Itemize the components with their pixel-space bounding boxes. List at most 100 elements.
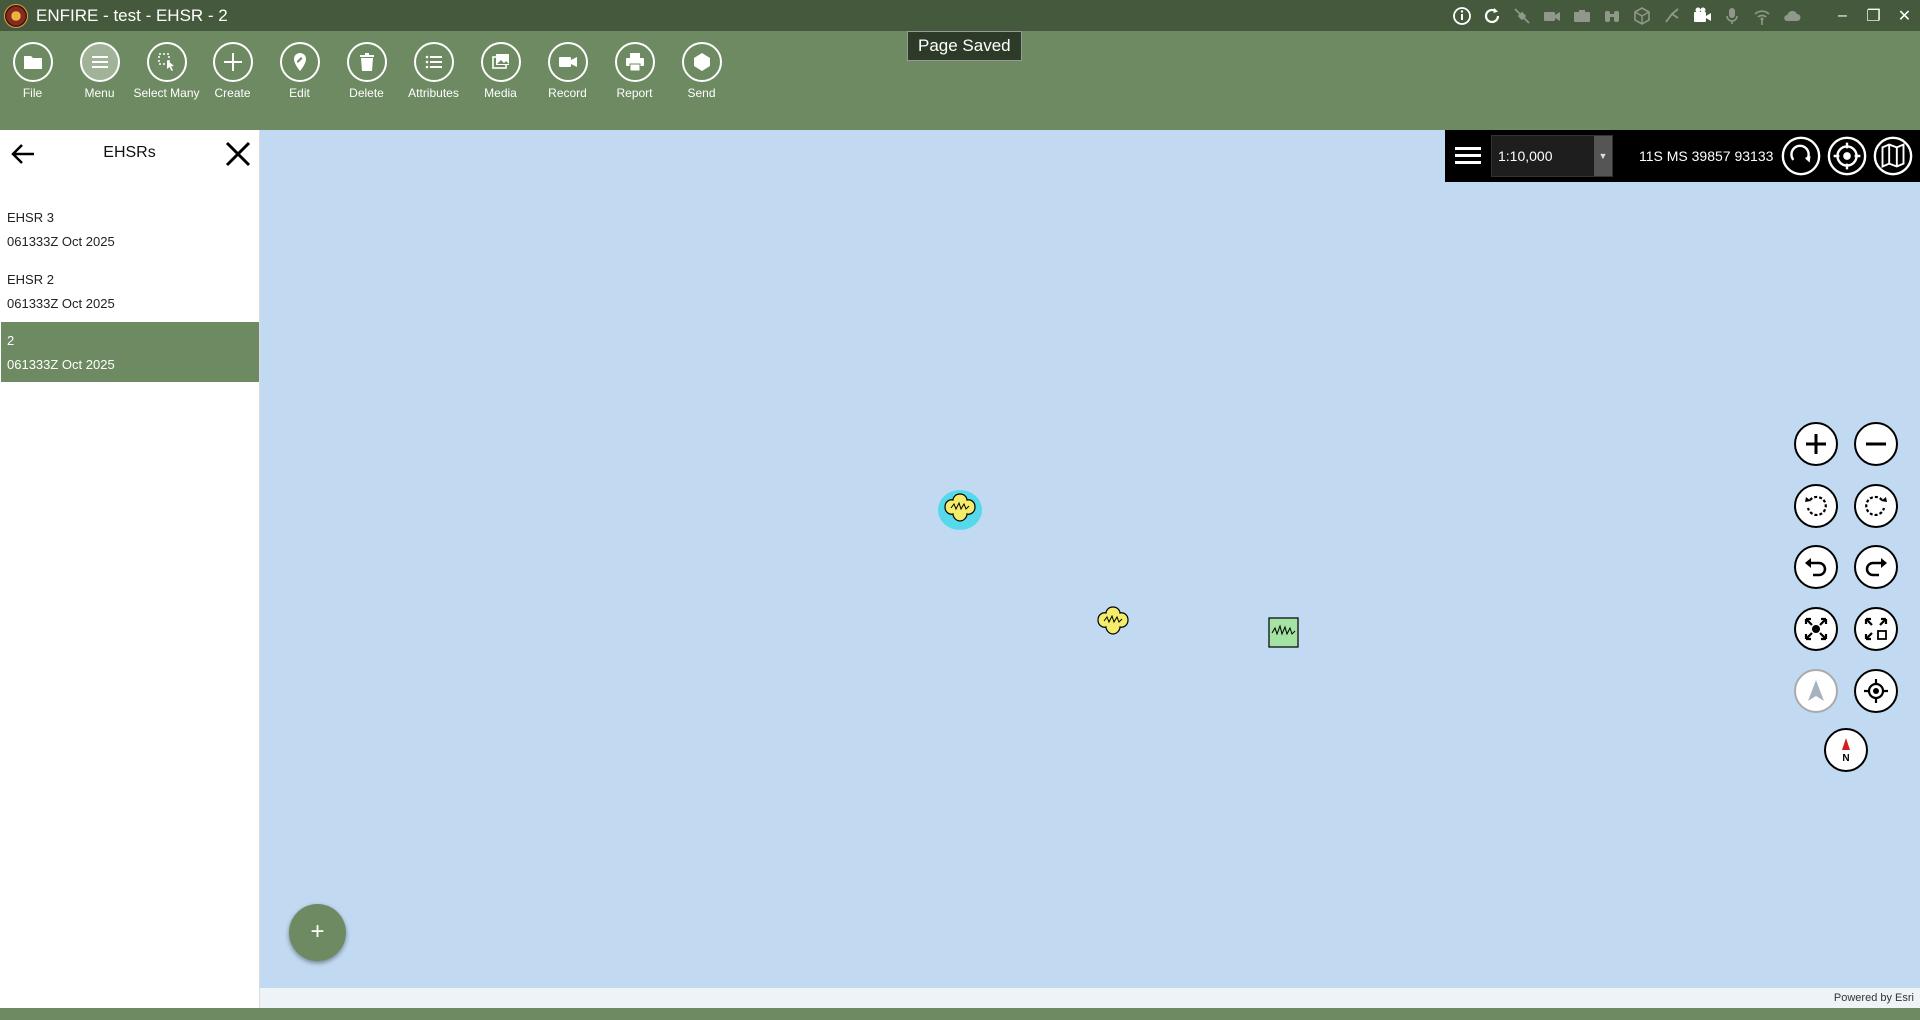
report-label: Report <box>616 86 653 100</box>
printer-icon <box>614 42 655 82</box>
microphone-icon[interactable] <box>1717 0 1747 31</box>
gps-target-icon[interactable] <box>1825 134 1869 178</box>
zoom-out-button[interactable] <box>1854 422 1898 466</box>
ehsr-name: EHSR 2 <box>7 272 54 287</box>
zoom-to-layer-button[interactable] <box>1854 607 1898 651</box>
menu-button[interactable]: Menu <box>66 42 133 100</box>
restore-button[interactable]: ❐ <box>1858 0 1889 31</box>
send-icon <box>681 42 722 82</box>
minus-icon <box>1866 442 1886 446</box>
media-label: Media <box>484 86 517 100</box>
select-many-icon <box>146 42 187 82</box>
images-icon <box>480 42 521 82</box>
undo-icon <box>1805 558 1827 577</box>
ehsr-list-item[interactable]: EHSR 3 061333Z Oct 2025 <box>1 199 259 259</box>
delete-button[interactable]: Delete <box>333 42 400 100</box>
close-icon[interactable] <box>222 138 254 170</box>
plus-icon <box>1806 434 1826 454</box>
menu-label: Menu <box>84 86 115 100</box>
send-label: Send <box>687 86 716 100</box>
select-many-button[interactable]: Select Many <box>133 42 200 100</box>
app-logo <box>4 3 28 28</box>
ehsr-marker-selected[interactable] <box>935 488 985 537</box>
create-label: Create <box>214 86 251 100</box>
basemap-icon[interactable] <box>1871 134 1915 178</box>
file-label: File <box>22 86 43 100</box>
trash-icon <box>346 42 387 82</box>
send-button[interactable]: Send <box>668 42 735 100</box>
scale-value: 1:10,000 <box>1498 148 1553 164</box>
rotate-left-button[interactable] <box>1794 484 1838 528</box>
title-bar-controls: – ❐ ✕ <box>1447 0 1920 31</box>
panel-title: EHSRs <box>103 144 156 161</box>
binoculars-icon[interactable] <box>1597 0 1627 31</box>
bottom-status-bar <box>0 1008 1920 1020</box>
ehsr-name: EHSR 3 <box>7 210 54 225</box>
ehsr-marker-square[interactable] <box>1268 617 1299 653</box>
map-menu-icon[interactable] <box>1445 130 1491 182</box>
navigation-arrow-icon <box>1808 680 1824 701</box>
page-saved-toast: Page Saved <box>907 31 1022 61</box>
list-icon <box>413 42 454 82</box>
ehsr-marker[interactable] <box>1093 604 1133 649</box>
menu-icon <box>79 42 120 82</box>
gps-target-icon <box>1864 679 1888 703</box>
video-camera-icon <box>547 42 588 82</box>
full-extent-icon <box>1804 617 1828 641</box>
ehsr-panel: EHSRs EHSR 3 061333Z Oct 2025 EHSR 2 061… <box>0 130 260 1010</box>
record-label: Record <box>548 86 587 100</box>
refresh-icon[interactable] <box>1477 0 1507 31</box>
ehsr-time: 061333Z Oct 2025 <box>7 296 115 311</box>
measure-icon[interactable] <box>1657 0 1687 31</box>
satellite-off-icon[interactable] <box>1507 0 1537 31</box>
pin-edit-icon <box>279 42 320 82</box>
full-extent-button[interactable] <box>1794 607 1838 651</box>
rotate-north-icon[interactable] <box>1779 134 1823 178</box>
window-title: ENFIRE - test - EHSR - 2 <box>36 5 228 25</box>
video-icon[interactable] <box>1687 0 1717 31</box>
my-location-button[interactable] <box>1854 669 1898 713</box>
video-camera-icon[interactable] <box>1537 0 1567 31</box>
rotate-right-button[interactable] <box>1854 484 1898 528</box>
add-fab-button[interactable]: + <box>289 904 346 961</box>
title-bar: ENFIRE - test - EHSR - 2 – ❐ ✕ <box>0 0 1920 31</box>
delete-label: Delete <box>349 86 384 100</box>
navigation-button[interactable] <box>1794 669 1838 713</box>
ehsr-list-item-selected[interactable]: 2 061333Z Oct 2025 <box>1 322 259 382</box>
zoom-in-button[interactable] <box>1794 422 1838 466</box>
undo-button[interactable] <box>1794 545 1838 589</box>
coordinate-readout: 11S MS 39857 93133 <box>1639 148 1774 164</box>
attributes-label: Attributes <box>408 86 459 100</box>
compass-label: N <box>1842 753 1849 764</box>
folder-icon <box>12 42 53 82</box>
media-button[interactable]: Media <box>467 42 534 100</box>
map-view[interactable] <box>260 130 1920 1008</box>
redo-button[interactable] <box>1854 545 1898 589</box>
esri-attribution: Powered by Esri <box>260 988 1920 1008</box>
compass-north-icon: N <box>1842 738 1850 764</box>
minimize-button[interactable]: – <box>1827 0 1858 31</box>
ehsr-time: 061333Z Oct 2025 <box>7 357 115 372</box>
file-button[interactable]: File <box>0 42 66 100</box>
ehsr-list-item[interactable]: EHSR 2 061333Z Oct 2025 <box>1 261 259 321</box>
attributes-button[interactable]: Attributes <box>400 42 467 100</box>
create-button[interactable]: Create <box>199 42 266 100</box>
report-button[interactable]: Report <box>601 42 668 100</box>
rotate-ccw-icon <box>1805 495 1827 517</box>
ehsr-name: 2 <box>7 333 15 348</box>
antenna-icon[interactable] <box>1747 0 1777 31</box>
record-button[interactable]: Record <box>534 42 601 100</box>
edit-label: Edit <box>289 86 310 100</box>
close-window-button[interactable]: ✕ <box>1889 0 1920 31</box>
edit-button[interactable]: Edit <box>266 42 333 100</box>
fab-plus-label: + <box>310 917 325 945</box>
scale-select[interactable]: 1:10,000 ▼ <box>1491 135 1613 177</box>
ehsr-time: 061333Z Oct 2025 <box>7 234 115 249</box>
chevron-down-icon[interactable]: ▼ <box>1594 136 1612 176</box>
map-scale-bar: 1:10,000 ▼ 11S MS 39857 93133 <box>1445 130 1920 182</box>
info-icon[interactable] <box>1447 0 1477 31</box>
cloud-icon[interactable] <box>1777 0 1807 31</box>
compass-button[interactable]: N <box>1824 728 1868 772</box>
camera-icon[interactable] <box>1567 0 1597 31</box>
cube-icon[interactable] <box>1627 0 1657 31</box>
